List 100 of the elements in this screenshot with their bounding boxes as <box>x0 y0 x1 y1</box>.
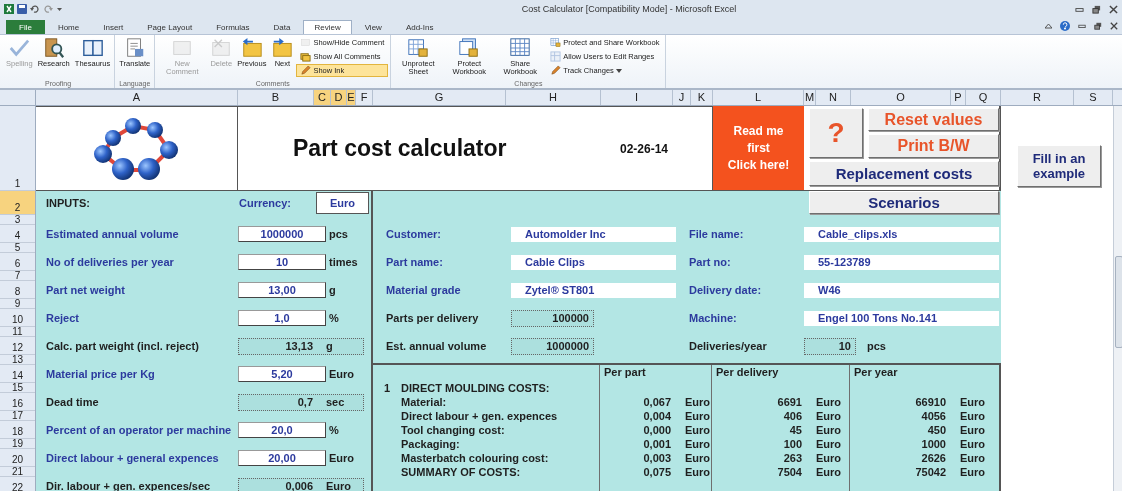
undo-icon[interactable] <box>30 4 40 14</box>
row-header[interactable]: 4 <box>0 225 35 243</box>
column-header[interactable]: I <box>601 90 673 105</box>
cost-value: 0,001 <box>642 437 671 451</box>
close-icon[interactable] <box>1109 4 1118 14</box>
column-header[interactable]: G <box>373 90 506 105</box>
ribbon-tab[interactable]: View <box>353 20 393 34</box>
field-label: Material price per Kg <box>45 368 156 380</box>
note-icon <box>300 37 312 48</box>
column-header[interactable]: K <box>691 90 713 105</box>
row-header[interactable]: 11 <box>0 327 35 337</box>
scrollbar-track[interactable] <box>1113 106 1122 491</box>
column-header[interactable]: M <box>804 90 816 105</box>
restore-icon[interactable] <box>1092 4 1101 14</box>
row-header[interactable]: 22 <box>0 477 35 491</box>
cost-value: 7504 <box>776 465 802 479</box>
scenarios-button[interactable]: Scenarios <box>809 191 999 214</box>
app-icon[interactable] <box>4 4 14 14</box>
input-field[interactable]: 10 <box>238 254 326 270</box>
row-header[interactable]: 19 <box>0 439 35 449</box>
row-header[interactable]: 9 <box>0 299 35 309</box>
cost-value: 6691 <box>776 395 802 409</box>
ribbon-tab[interactable]: File <box>6 20 45 34</box>
ribbon-tab[interactable]: Data <box>262 20 302 34</box>
unit-label: Euro <box>684 395 711 409</box>
scrollbar-thumb[interactable] <box>1115 256 1122 348</box>
ribbon-tab[interactable]: Add-Ins <box>394 20 445 34</box>
help-icon[interactable] <box>1060 21 1070 31</box>
column-header[interactable]: N <box>816 90 851 105</box>
input-field[interactable]: Zytel® ST801 <box>511 282 676 298</box>
row-header[interactable]: 6 <box>0 253 35 271</box>
column-header[interactable]: H <box>506 90 601 105</box>
unit-label: g <box>325 340 334 352</box>
unit-label: Euro <box>959 409 987 423</box>
cost-label: SUMMARY OF COSTS: <box>401 466 521 478</box>
row-header[interactable]: 7 <box>0 271 35 281</box>
column-header[interactable]: D <box>331 90 347 105</box>
row-header[interactable]: 20 <box>0 449 35 467</box>
row-header[interactable]: 8 <box>0 281 35 299</box>
row-header[interactable]: 2 <box>0 191 35 215</box>
column-header[interactable]: P <box>951 90 966 105</box>
input-field[interactable]: Engel 100 Tons No.141 <box>804 310 999 326</box>
calculated-value: 0,006 <box>284 480 313 491</box>
restore-icon[interactable] <box>1094 22 1102 30</box>
input-field[interactable]: W46 <box>804 282 999 298</box>
column-header[interactable]: S <box>1074 90 1113 105</box>
input-field[interactable]: 20,00 <box>238 450 326 466</box>
input-field[interactable]: 20,0 <box>238 422 326 438</box>
row-header[interactable]: 12 <box>0 337 35 355</box>
row-header[interactable]: 14 <box>0 365 35 383</box>
input-field[interactable]: Cable Clips <box>511 254 676 270</box>
close-icon[interactable] <box>1110 22 1118 30</box>
unit-label: Euro <box>684 409 711 423</box>
cost-value: 4056 <box>920 409 946 423</box>
column-header[interactable]: C <box>314 90 331 105</box>
ribbon-tab[interactable]: Page Layout <box>136 20 204 34</box>
column-header[interactable]: F <box>356 90 373 105</box>
input-field[interactable]: 13,00 <box>238 282 326 298</box>
cost-value: 0,067 <box>642 395 671 409</box>
row-header[interactable]: 3 <box>0 215 35 225</box>
row-header[interactable]: 18 <box>0 421 35 439</box>
unit-label: Euro <box>959 395 987 409</box>
replacement-costs-button[interactable]: Replacement costs <box>809 161 999 186</box>
input-field[interactable]: Automolder Inc <box>511 226 676 242</box>
field-label: Part net weight <box>45 284 126 296</box>
currency-field[interactable]: Euro <box>316 192 369 214</box>
unit-label: Euro <box>815 395 843 409</box>
cost-label: Tool changing cost: <box>401 424 505 436</box>
ribbon-tab[interactable]: Review <box>303 20 352 34</box>
ribbon-tab[interactable]: Formulas <box>205 20 261 34</box>
row-header[interactable]: 15 <box>0 383 35 393</box>
row-header[interactable]: 5 <box>0 243 35 253</box>
input-field[interactable]: Cable_clips.xls <box>804 226 999 242</box>
input-field[interactable]: 1000000 <box>238 226 326 242</box>
column-header[interactable]: L <box>713 90 804 105</box>
date-label: 02-26-14 <box>619 141 668 156</box>
ribbon-tab[interactable]: Home <box>46 20 91 34</box>
ribbon-collapse-icon[interactable] <box>1045 23 1052 29</box>
input-field[interactable]: 5,20 <box>238 366 326 382</box>
column-header[interactable]: Q <box>966 90 1001 105</box>
caret-icon[interactable] <box>56 5 63 13</box>
cost-value: 75042 <box>914 465 946 479</box>
column-header[interactable]: R <box>1001 90 1074 105</box>
ribbon-tab[interactable]: Insert <box>92 20 135 34</box>
input-field[interactable]: 1,0 <box>238 310 326 326</box>
row-header[interactable]: 13 <box>0 355 35 365</box>
row-header[interactable]: 21 <box>0 467 35 477</box>
unit-label: Euro <box>815 409 843 423</box>
row-header[interactable]: 10 <box>0 309 35 327</box>
save-icon[interactable] <box>17 4 27 14</box>
input-field[interactable]: 55-123789 <box>804 254 999 270</box>
column-header[interactable]: A <box>36 90 238 105</box>
row-header[interactable]: 16 <box>0 393 35 411</box>
unit-label: sec <box>325 396 346 408</box>
column-header[interactable]: E <box>347 90 356 105</box>
fill-example-button[interactable]: Fill in an example <box>1017 145 1101 187</box>
field-label: Delivery date: <box>689 284 763 296</box>
column-header[interactable]: O <box>851 90 951 105</box>
row-header[interactable]: 17 <box>0 411 35 421</box>
column-header[interactable]: J <box>673 90 691 105</box>
